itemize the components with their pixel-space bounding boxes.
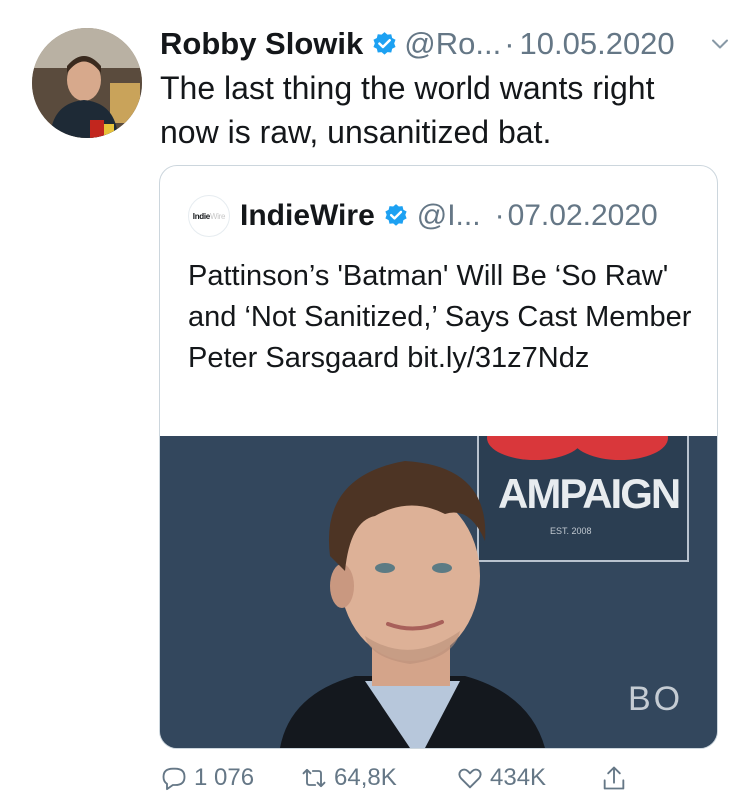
quoted-avatar[interactable]: Indie Wire: [188, 195, 230, 237]
avatar-photo: [32, 28, 142, 138]
reply-icon: [162, 767, 186, 791]
indiewire-logo-text: Indie: [192, 211, 210, 221]
retweet-button[interactable]: 64,8K: [300, 762, 397, 794]
reply-button[interactable]: 1 076: [160, 762, 254, 794]
indiewire-logo-text-wire: Wire: [209, 211, 226, 221]
avatar[interactable]: [32, 28, 142, 138]
share-icon: [603, 766, 625, 790]
tweet-date[interactable]: 10.05.2020: [520, 26, 675, 62]
quoted-tweet-card[interactable]: Indie Wire IndieWire @I... · 07.02.2020 P…: [159, 165, 718, 749]
event-photo: AMPAIGN EST. 2008 BO: [160, 436, 717, 748]
retweet-icon: [302, 768, 326, 788]
share-button[interactable]: [600, 762, 634, 794]
quoted-tweet-text: Pattinson’s 'Batman' Will Be ‘So Raw' an…: [188, 260, 692, 374]
author-handle[interactable]: @Ro...: [404, 26, 501, 62]
verified-badge-icon: [373, 31, 396, 55]
author-name[interactable]: Robby Slowik: [160, 26, 363, 62]
backdrop-est-text: EST. 2008: [550, 526, 592, 536]
tweet-text: The last thing the world wants right now…: [160, 70, 655, 150]
heart-icon: [458, 768, 482, 789]
tweet-action-bar: 1 076 64,8K 434K: [160, 762, 750, 794]
chevron-down-icon[interactable]: [708, 32, 732, 56]
quoted-header-separator: ·: [494, 199, 505, 232]
like-count: 434K: [490, 764, 547, 791]
quoted-author-handle[interactable]: @I...: [417, 199, 481, 233]
reply-count: 1 076: [194, 764, 255, 791]
header-separator: ·: [504, 26, 515, 61]
backdrop-text-bottom: BO: [628, 680, 683, 718]
backdrop-text: AMPAIGN: [498, 470, 679, 517]
retweet-count: 64,8K: [334, 764, 397, 791]
quoted-tweet-date[interactable]: 07.02.2020: [508, 199, 658, 233]
quoted-tweet-image[interactable]: AMPAIGN EST. 2008 BO: [160, 436, 717, 748]
tweet-header: Robby Slowik @Ro... · 10.05.2020: [160, 24, 732, 64]
quoted-author-name[interactable]: IndieWire: [240, 199, 375, 233]
quoted-tweet-header: Indie Wire IndieWire @I... · 07.02.2020: [188, 195, 687, 237]
like-button[interactable]: 434K: [456, 762, 546, 794]
verified-badge-icon: [385, 204, 407, 226]
